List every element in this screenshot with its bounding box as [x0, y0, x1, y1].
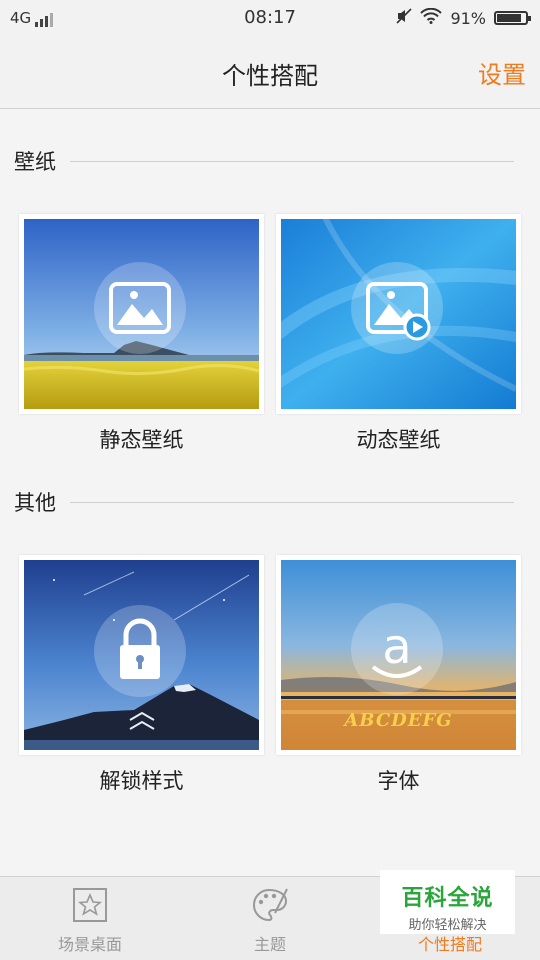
tile-label: 静态壁纸	[99, 428, 184, 452]
mute-icon	[396, 8, 413, 28]
font-icon: a	[351, 603, 443, 695]
header: 个性搭配 设置	[0, 36, 540, 109]
lock-icon	[94, 605, 186, 697]
watermark-badge: 百科全说 助你轻松解决	[380, 870, 515, 934]
status-bar: 4G 08:17 91%	[0, 0, 540, 36]
nav-label: 场景桌面	[57, 935, 122, 954]
video-image-icon	[351, 262, 443, 354]
static-wallpaper-preview	[24, 219, 259, 409]
battery-icon	[494, 11, 531, 25]
svg-text:a: a	[382, 619, 411, 675]
watermark-subtitle: 助你轻松解决	[408, 918, 487, 933]
section-title: 其他	[14, 491, 56, 515]
palette-icon	[253, 888, 288, 922]
font-preview: a ABCDEFG	[281, 560, 516, 750]
font-tile[interactable]: a ABCDEFG	[276, 555, 521, 755]
tile-label: 字体	[377, 769, 420, 793]
unlock-style-tile[interactable]	[19, 555, 264, 755]
image-icon	[94, 262, 186, 354]
settings-button[interactable]: 设置	[478, 55, 526, 90]
nav-label: 个性搭配	[417, 935, 482, 954]
unlock-style-preview	[24, 560, 259, 750]
divider	[70, 501, 514, 503]
battery-percent: 91%	[450, 8, 486, 28]
nav-item-scene-desktop[interactable]: 场景桌面	[20, 887, 160, 955]
chevron-up-icon	[129, 711, 155, 730]
live-wallpaper-preview	[281, 219, 516, 409]
static-wallpaper-tile[interactable]	[19, 214, 264, 414]
font-sample-text: ABCDEFG	[344, 710, 453, 731]
tile-label: 解锁样式	[99, 769, 184, 793]
tile-label: 动态壁纸	[356, 428, 441, 452]
section-header-wallpaper: 壁纸	[14, 146, 514, 176]
nav-item-theme[interactable]: 主题	[200, 887, 340, 955]
divider	[70, 160, 514, 162]
section-title: 壁纸	[14, 150, 56, 174]
watermark-title: 百科全说	[401, 886, 494, 911]
star-frame-icon	[73, 888, 107, 922]
nav-label: 主题	[253, 935, 286, 954]
section-header-other: 其他	[14, 487, 514, 517]
page-title: 个性搭配	[222, 62, 318, 90]
wifi-icon	[420, 7, 443, 28]
live-wallpaper-tile[interactable]	[276, 214, 521, 414]
